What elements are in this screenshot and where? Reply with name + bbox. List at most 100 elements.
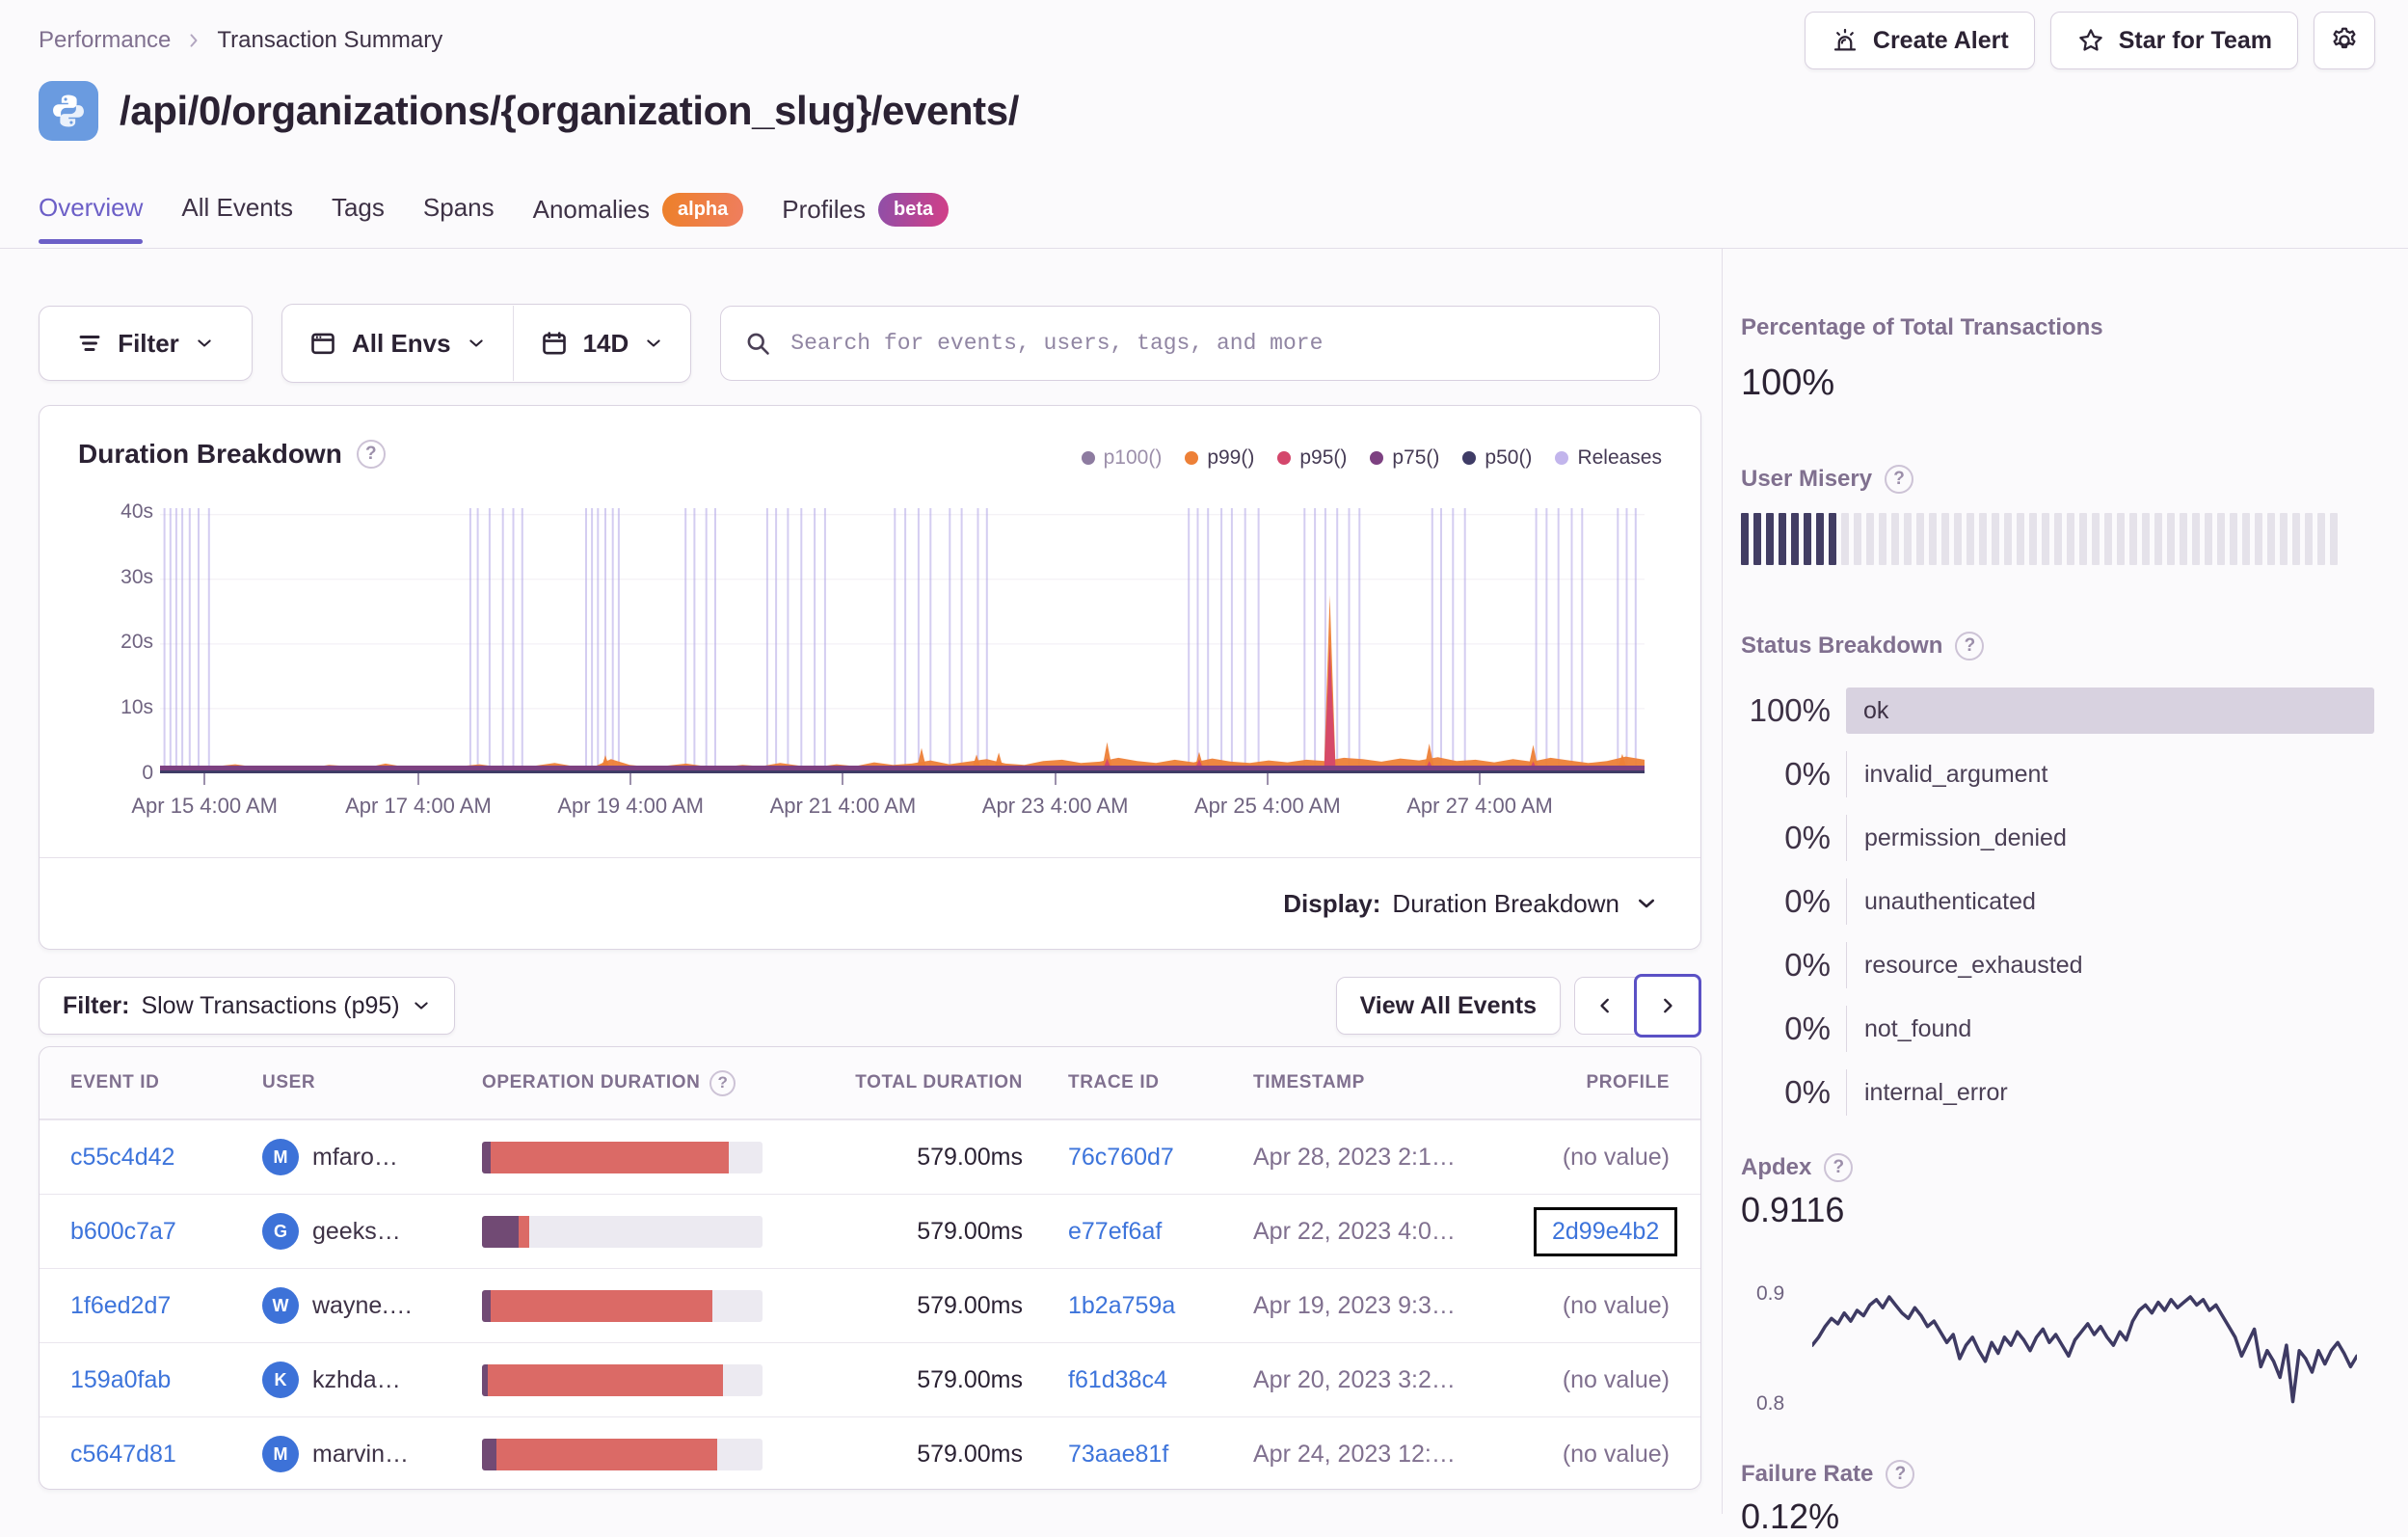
display-dropdown[interactable]	[1635, 892, 1658, 915]
table-row: b600c7a7 Ggeeks… 579.00ms e77ef6af Apr 2…	[40, 1194, 1700, 1268]
x-axis-label: Apr 25 4:00 AM	[1194, 794, 1341, 818]
legend-p99[interactable]: p99()	[1185, 446, 1254, 470]
view-all-events-button[interactable]: View All Events	[1335, 977, 1561, 1035]
help-icon[interactable]: ?	[356, 440, 386, 469]
star-for-team-button[interactable]: Star for Team	[2049, 12, 2298, 69]
duration-chart-plot[interactable]	[160, 508, 1645, 773]
trace-id-link[interactable]: f61d38c4	[1068, 1366, 1167, 1393]
total-duration: 579.00ms	[917, 1217, 1023, 1245]
red-duration-segment	[490, 1289, 712, 1322]
timestamp: Apr 22, 2023 4:0…	[1253, 1217, 1456, 1245]
help-icon[interactable]: ?	[1885, 465, 1914, 494]
col-total-duration: TOTAL DURATION	[855, 1072, 1023, 1092]
tab-profiles[interactable]: Profiles beta	[782, 193, 950, 248]
display-row: Display: Duration Breakdown	[40, 857, 1700, 949]
profile-value: (no value)	[1562, 1143, 1670, 1171]
user-name: marvin…	[312, 1440, 410, 1468]
alpha-badge: alpha	[662, 193, 744, 227]
breadcrumb-performance[interactable]: Performance	[39, 27, 171, 54]
chevron-right-icon	[184, 31, 203, 50]
tab-anomalies[interactable]: Anomalies alpha	[533, 193, 744, 248]
misery-bar	[1979, 513, 1987, 565]
tab-all-events[interactable]: All Events	[181, 193, 293, 244]
trace-id-link[interactable]: e77ef6af	[1068, 1218, 1162, 1245]
misery-bar	[2154, 513, 2162, 565]
event-id-link[interactable]: b600c7a7	[70, 1218, 262, 1246]
help-icon[interactable]: ?	[1886, 1460, 1915, 1489]
chevron-down-icon	[647, 339, 660, 347]
trace-id-link[interactable]: 73aae81f	[1068, 1441, 1168, 1468]
transactions-filter-dropdown[interactable]: Filter: Slow Transactions (p95)	[39, 977, 455, 1035]
environment-dropdown[interactable]: All Envs	[282, 329, 513, 359]
avatar: M	[262, 1436, 299, 1472]
status-row-ok: 100% ok	[1741, 688, 2374, 734]
gear-icon	[2329, 25, 2360, 56]
event-id-link[interactable]: 1f6ed2d7	[70, 1292, 262, 1320]
help-icon[interactable]: ?	[709, 1069, 736, 1096]
star-icon	[2076, 26, 2105, 55]
date-range-dropdown[interactable]: 14D	[514, 329, 691, 359]
misery-bar	[1779, 513, 1786, 565]
next-page-button[interactable]	[1634, 974, 1701, 1038]
legend-p100[interactable]: p100()	[1081, 446, 1162, 470]
tab-tags[interactable]: Tags	[332, 193, 385, 244]
misery-bar	[2242, 513, 2250, 565]
help-icon[interactable]: ?	[1955, 632, 1985, 661]
misery-bar	[1816, 513, 1824, 565]
misery-bar	[1854, 513, 1861, 565]
failure-rate-title: Failure Rate ?	[1741, 1460, 2374, 1489]
tabs-divider	[0, 248, 2408, 249]
filter-dropdown[interactable]: Filter	[39, 306, 253, 381]
x-axis-label: Apr 27 4:00 AM	[1406, 794, 1553, 818]
event-id-link[interactable]: 159a0fab	[70, 1366, 262, 1394]
create-alert-label: Create Alert	[1872, 26, 2009, 54]
misery-bar	[2017, 513, 2024, 565]
apdex-title: Apdex ?	[1741, 1153, 2374, 1182]
x-axis-tick	[842, 773, 844, 785]
trace-id-link[interactable]: 76c760d7	[1068, 1144, 1174, 1171]
misery-bar	[2029, 513, 2037, 565]
misery-bar	[1879, 513, 1886, 565]
user-name: kzhda…	[312, 1365, 401, 1393]
table-row: c5647d81 Mmarvin… 579.00ms 73aae81f Apr …	[40, 1416, 1700, 1489]
timestamp: Apr 20, 2023 3:2…	[1253, 1365, 1456, 1393]
status-row: 0% internal_error	[1741, 1069, 2374, 1116]
purple-duration-segment	[482, 1215, 519, 1248]
x-axis-label: Apr 17 4:00 AM	[345, 794, 492, 818]
profile-link[interactable]: 2d99e4b2	[1552, 1218, 1659, 1246]
legend-releases[interactable]: Releases	[1555, 446, 1662, 470]
legend-p50[interactable]: p50()	[1462, 446, 1532, 470]
operation-duration-bar	[482, 1363, 763, 1396]
tab-overview[interactable]: Overview	[39, 193, 144, 244]
create-alert-button[interactable]: Create Alert	[1804, 12, 2035, 69]
timestamp: Apr 24, 2023 12:…	[1253, 1440, 1456, 1468]
sidebar-divider	[1722, 249, 1723, 1514]
settings-button[interactable]	[2314, 12, 2375, 69]
tab-bar: Overview All Events Tags Spans Anomalies…	[39, 193, 950, 248]
chevron-down-icon	[414, 1002, 428, 1010]
tab-spans[interactable]: Spans	[423, 193, 495, 244]
event-id-link[interactable]: c5647d81	[70, 1441, 262, 1469]
legend-p75[interactable]: p75()	[1370, 446, 1439, 470]
previous-page-button[interactable]	[1574, 977, 1636, 1035]
red-duration-segment	[487, 1363, 724, 1396]
help-icon[interactable]: ?	[1824, 1153, 1854, 1182]
misery-bar	[1904, 513, 1912, 565]
search-input[interactable]	[789, 330, 1637, 357]
misery-bar	[2330, 513, 2338, 565]
event-id-link[interactable]: c55c4d42	[70, 1144, 262, 1172]
trace-id-link[interactable]: 1b2a759a	[1068, 1292, 1175, 1319]
misery-bar	[2292, 513, 2300, 565]
status-row: 0% permission_denied	[1741, 815, 2374, 861]
chart-legend: p100() p99() p95() p75() p50() Releases	[1081, 446, 1662, 470]
legend-p95[interactable]: p95()	[1277, 446, 1347, 470]
timestamp: Apr 19, 2023 9:3…	[1253, 1291, 1456, 1319]
misery-bar	[2104, 513, 2112, 565]
avatar: G	[262, 1213, 299, 1250]
breadcrumb-current: Transaction Summary	[217, 27, 443, 53]
total-duration: 579.00ms	[917, 1143, 1023, 1171]
x-axis-label: Apr 15 4:00 AM	[131, 794, 279, 818]
misery-bar	[1866, 513, 1874, 565]
status-row: 0% invalid_argument	[1741, 751, 2374, 797]
misery-bar	[1891, 513, 1899, 565]
